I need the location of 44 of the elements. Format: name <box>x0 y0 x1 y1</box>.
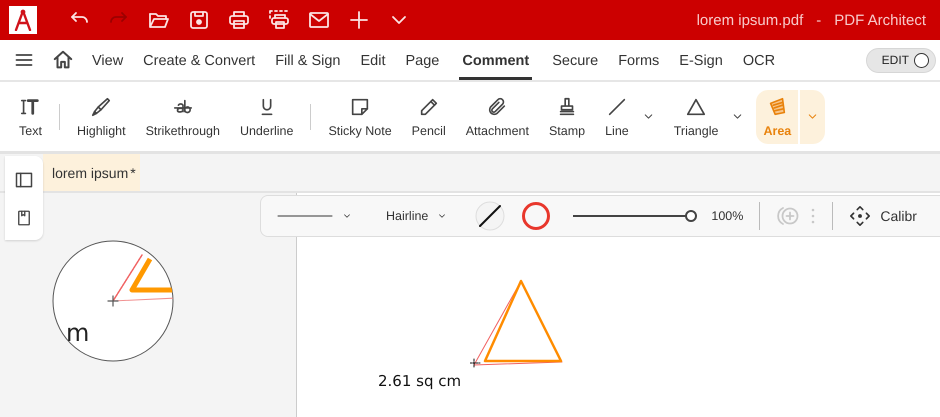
slider-thumb[interactable] <box>685 210 698 222</box>
highlighter-icon <box>90 96 112 118</box>
area-measurement: 2.61 sq cm <box>378 372 462 390</box>
tool-button[interactable]: Stamp <box>542 90 592 144</box>
save-icon[interactable] <box>187 8 211 32</box>
tool-button[interactable]: Strikethrough <box>138 90 227 144</box>
print-area-icon[interactable] <box>267 8 291 32</box>
edit-mode-toggle[interactable]: EDIT <box>866 48 936 72</box>
app-logo <box>9 6 37 34</box>
stroke-color-ring[interactable] <box>521 201 552 231</box>
document-tab[interactable]: lorem ipsum* <box>43 154 140 191</box>
menu-tab[interactable]: Secure <box>552 40 598 80</box>
tool-button[interactable]: Triangle <box>666 90 726 144</box>
app-name: PDF Architect <box>834 12 926 28</box>
menu-tab[interactable]: Edit <box>360 40 386 80</box>
tool-button[interactable]: Text <box>12 90 49 144</box>
menu-tab[interactable]: View <box>92 40 124 80</box>
plus-icon[interactable] <box>347 8 371 32</box>
opacity-reading: 100% <box>711 209 744 223</box>
modified-mark: * <box>130 164 136 180</box>
move-arrows-icon <box>849 205 872 227</box>
magnified-text: m <box>66 319 90 347</box>
tool-button[interactable]: Sticky Note <box>321 90 399 144</box>
tool-button[interactable]: Highlight <box>70 90 133 144</box>
menu-tab[interactable]: Page <box>405 40 440 80</box>
menu-tab[interactable]: OCR <box>742 40 776 80</box>
menu-tab[interactable]: Forms <box>618 40 660 80</box>
tool-button[interactable]: Attachment <box>458 90 536 144</box>
calibrate-button[interactable]: Calibr <box>849 205 917 227</box>
bookmark-icon[interactable] <box>15 208 33 226</box>
tool-button[interactable]: Line <box>598 90 636 144</box>
sidebar-icon[interactable] <box>14 170 34 190</box>
printer-icon[interactable] <box>227 8 251 32</box>
tool-button[interactable]: Pencil <box>404 90 453 144</box>
line-width-dropdown[interactable]: Hairline <box>386 209 448 223</box>
document-title: lorem ipsum.pdf <box>696 12 804 28</box>
menu-tab[interactable]: Fill & Sign <box>275 40 340 80</box>
no-fill-icon[interactable] <box>475 201 506 231</box>
menu-tab[interactable]: E-Sign <box>679 40 723 80</box>
home-icon[interactable] <box>52 49 74 71</box>
line-sample-icon <box>277 214 333 218</box>
menu-tab[interactable]: Create & Convert <box>143 40 256 80</box>
title-separator: - <box>816 12 822 28</box>
tool-button[interactable]: Underline <box>232 90 300 144</box>
